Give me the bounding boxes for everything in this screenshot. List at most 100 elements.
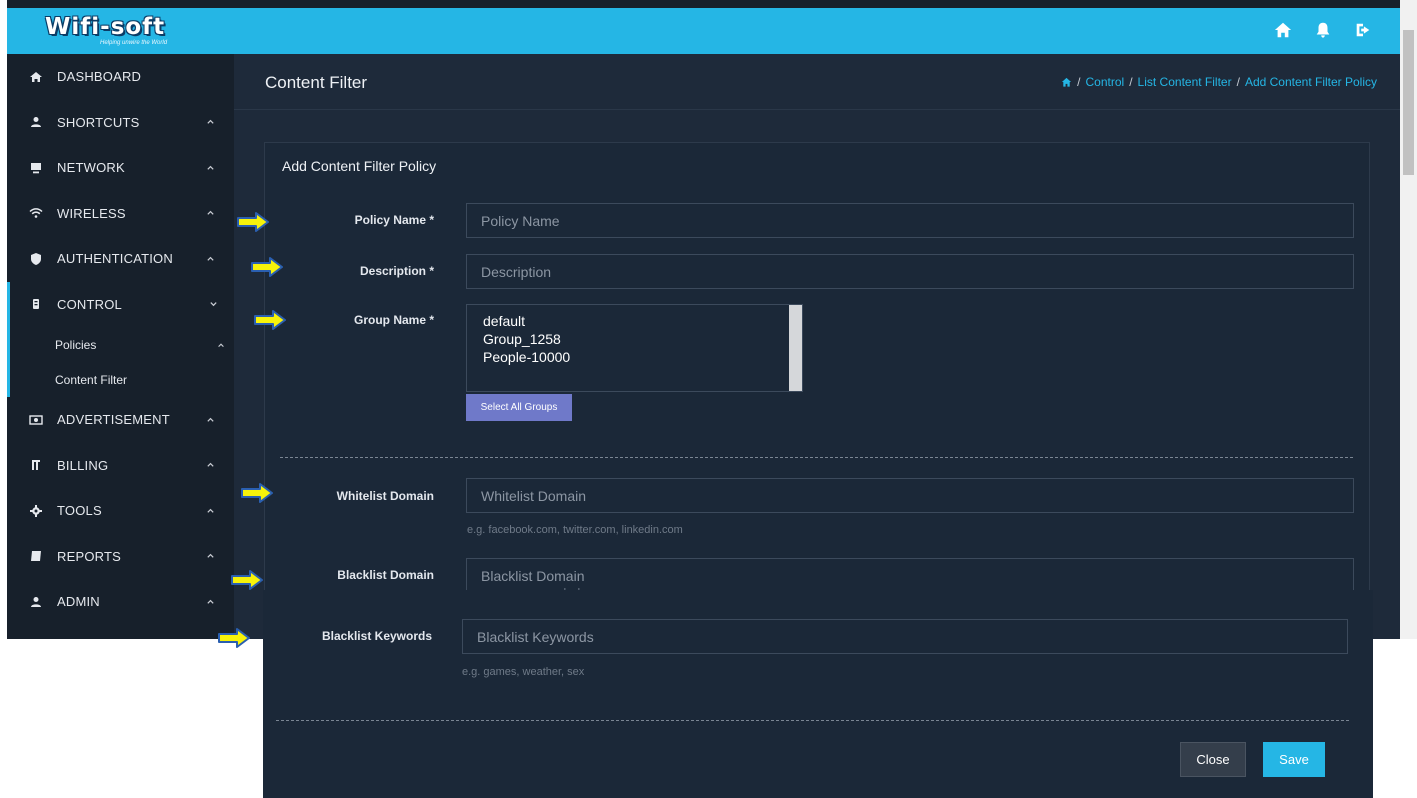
- save-button[interactable]: Save: [1263, 742, 1325, 777]
- listbox-scrollbar[interactable]: [789, 305, 802, 391]
- whitelist-domain-input[interactable]: Whitelist Domain: [466, 478, 1354, 513]
- top-icons: [1274, 21, 1372, 39]
- page-title: Content Filter: [265, 73, 368, 92]
- sidebar-item-label: CONTROL: [57, 296, 122, 312]
- annotation-arrow-icon: [237, 212, 269, 232]
- chevron-up-icon: [207, 553, 214, 558]
- sidebar-item-wireless[interactable]: WIRELESS: [7, 191, 234, 237]
- close-button[interactable]: Close: [1180, 742, 1246, 777]
- wifi-icon: [29, 208, 43, 219]
- sidebar-item-admin[interactable]: ADMIN: [7, 579, 234, 625]
- chevron-up-icon: [207, 210, 214, 215]
- breadcrumb-separator: /: [1236, 75, 1240, 89]
- sidebar-item-tools[interactable]: TOOLS: [7, 488, 234, 534]
- logo-tagline: Helping unwire the World: [100, 40, 168, 46]
- sidebar-subitem-label: Policies: [55, 337, 97, 352]
- chevron-up-icon: [207, 462, 214, 467]
- annotation-arrow-icon: [251, 257, 283, 277]
- home-icon: [30, 71, 42, 82]
- group-name-listbox[interactable]: default Group_1258 People-10000: [466, 304, 803, 392]
- breadcrumb-separator: /: [1077, 75, 1081, 89]
- desktop-icon: [31, 162, 41, 174]
- whitelist-domain-label: Whitelist Domain: [336, 489, 434, 503]
- annotation-arrow-icon: [218, 628, 250, 648]
- group-option-group-1258[interactable]: Group_1258: [483, 331, 561, 347]
- user-icon: [31, 117, 41, 128]
- breadcrumb-add-policy[interactable]: Add Content Filter Policy: [1245, 75, 1377, 89]
- sidebar-item-billing[interactable]: BILLING: [7, 443, 234, 489]
- app-window: Wifi-soft Helping unwire the World DASHB…: [7, 0, 1400, 639]
- sidebar-subitem-content-filter[interactable]: Content Filter: [10, 362, 234, 397]
- select-all-groups-button[interactable]: Select All Groups: [466, 394, 572, 421]
- page-header: Content Filter / Control / List Content …: [234, 54, 1400, 110]
- page-scrollbar-thumb[interactable]: [1403, 30, 1414, 175]
- user-icon: [31, 596, 41, 607]
- card-title: Add Content Filter Policy: [282, 158, 437, 174]
- sidebar-item-reports[interactable]: REPORTS: [7, 534, 234, 580]
- annotation-arrow-icon: [231, 570, 263, 590]
- sidebar-item-label: DASHBOARD: [57, 69, 142, 85]
- description-label: Description *: [359, 264, 434, 278]
- breadcrumb-control[interactable]: Control: [1086, 75, 1125, 89]
- shield-icon: [31, 252, 41, 265]
- group-option-people-10000[interactable]: People-10000: [483, 349, 570, 365]
- control-submenu: Policies Content Filter: [7, 327, 234, 397]
- chevron-up-icon: [207, 165, 214, 170]
- page-scrollbar[interactable]: [1400, 0, 1417, 639]
- chevron-up-icon: [207, 119, 214, 124]
- sidebar-item-control[interactable]: CONTROL: [7, 281, 234, 327]
- chevron-down-icon: [210, 302, 217, 307]
- sidebar-subitem-label: Content Filter: [55, 372, 128, 387]
- receipt-icon: [32, 460, 40, 471]
- sidebar-item-advertisement[interactable]: ADVERTISEMENT: [7, 397, 234, 443]
- bell-icon[interactable]: [1314, 21, 1332, 39]
- sidebar-item-authentication[interactable]: AUTHENTICATION: [7, 236, 234, 282]
- sidebar-item-label: ADVERTISEMENT: [57, 412, 170, 428]
- top-bar: Wifi-soft Helping unwire the World: [7, 8, 1400, 54]
- logo-text: Wifi-soft: [45, 14, 166, 40]
- section-divider: [276, 720, 1349, 721]
- form-continuation-panel: Blacklist Keywords Blacklist Keywords e.…: [263, 590, 1373, 798]
- group-option-default[interactable]: default: [483, 313, 525, 329]
- description-input[interactable]: Description: [466, 254, 1354, 289]
- logo[interactable]: Wifi-soft Helping unwire the World: [45, 14, 167, 46]
- section-divider: [280, 457, 1353, 458]
- sidebar-item-network[interactable]: NETWORK: [7, 145, 234, 191]
- gear-icon: [30, 504, 42, 517]
- money-icon: [29, 415, 43, 425]
- sidebar-item-label: BILLING: [57, 457, 109, 473]
- policy-name-label: Policy Name *: [354, 213, 434, 227]
- home-icon[interactable]: [1061, 77, 1072, 88]
- sidebar-subitem-policies[interactable]: Policies: [10, 327, 234, 362]
- policy-name-input[interactable]: Policy Name: [466, 203, 1354, 238]
- annotation-arrow-icon: [254, 310, 286, 330]
- sidebar-item-shortcuts[interactable]: SHORTCUTS: [7, 100, 234, 146]
- sidebar-item-label: AUTHENTICATION: [57, 251, 173, 267]
- main-content: Content Filter / Control / List Content …: [234, 54, 1400, 639]
- breadcrumb-separator: /: [1129, 75, 1133, 89]
- whitelist-domain-help: e.g. facebook.com, twitter.com, linkedin…: [467, 524, 683, 536]
- logout-icon[interactable]: [1354, 21, 1372, 39]
- blacklist-keywords-label: Blacklist Keywords: [321, 629, 432, 643]
- blacklist-keywords-input[interactable]: Blacklist Keywords: [462, 619, 1348, 654]
- screenshot-stage: Wifi-soft Helping unwire the World DASHB…: [0, 0, 1417, 798]
- policy-form-card: Add Content Filter Policy Policy Name * …: [264, 142, 1370, 639]
- breadcrumb-list-content-filter[interactable]: List Content Filter: [1138, 75, 1232, 89]
- sidebar-item-label: ADMIN: [57, 594, 100, 610]
- book-icon: [31, 551, 41, 562]
- breadcrumb: / Control / List Content Filter / Add Co…: [1061, 75, 1377, 89]
- sidebar-item-label: NETWORK: [57, 160, 125, 176]
- sidebar-item-label: WIRELESS: [57, 205, 126, 221]
- annotation-arrow-icon: [241, 483, 273, 503]
- blacklist-domain-label: Blacklist Domain: [337, 568, 434, 582]
- chevron-up-icon: [207, 417, 214, 422]
- chevron-up-icon: [218, 342, 224, 347]
- home-icon[interactable]: [1274, 21, 1292, 39]
- sidebar-item-dashboard[interactable]: DASHBOARD: [7, 54, 234, 100]
- chevron-up-icon: [207, 599, 214, 604]
- blacklist-keywords-help: e.g. games, weather, sex: [462, 666, 585, 678]
- chevron-up-icon: [207, 508, 214, 513]
- group-name-label: Group Name *: [353, 313, 434, 327]
- sidebar-item-label: REPORTS: [57, 548, 122, 564]
- sliders-icon: [33, 299, 39, 310]
